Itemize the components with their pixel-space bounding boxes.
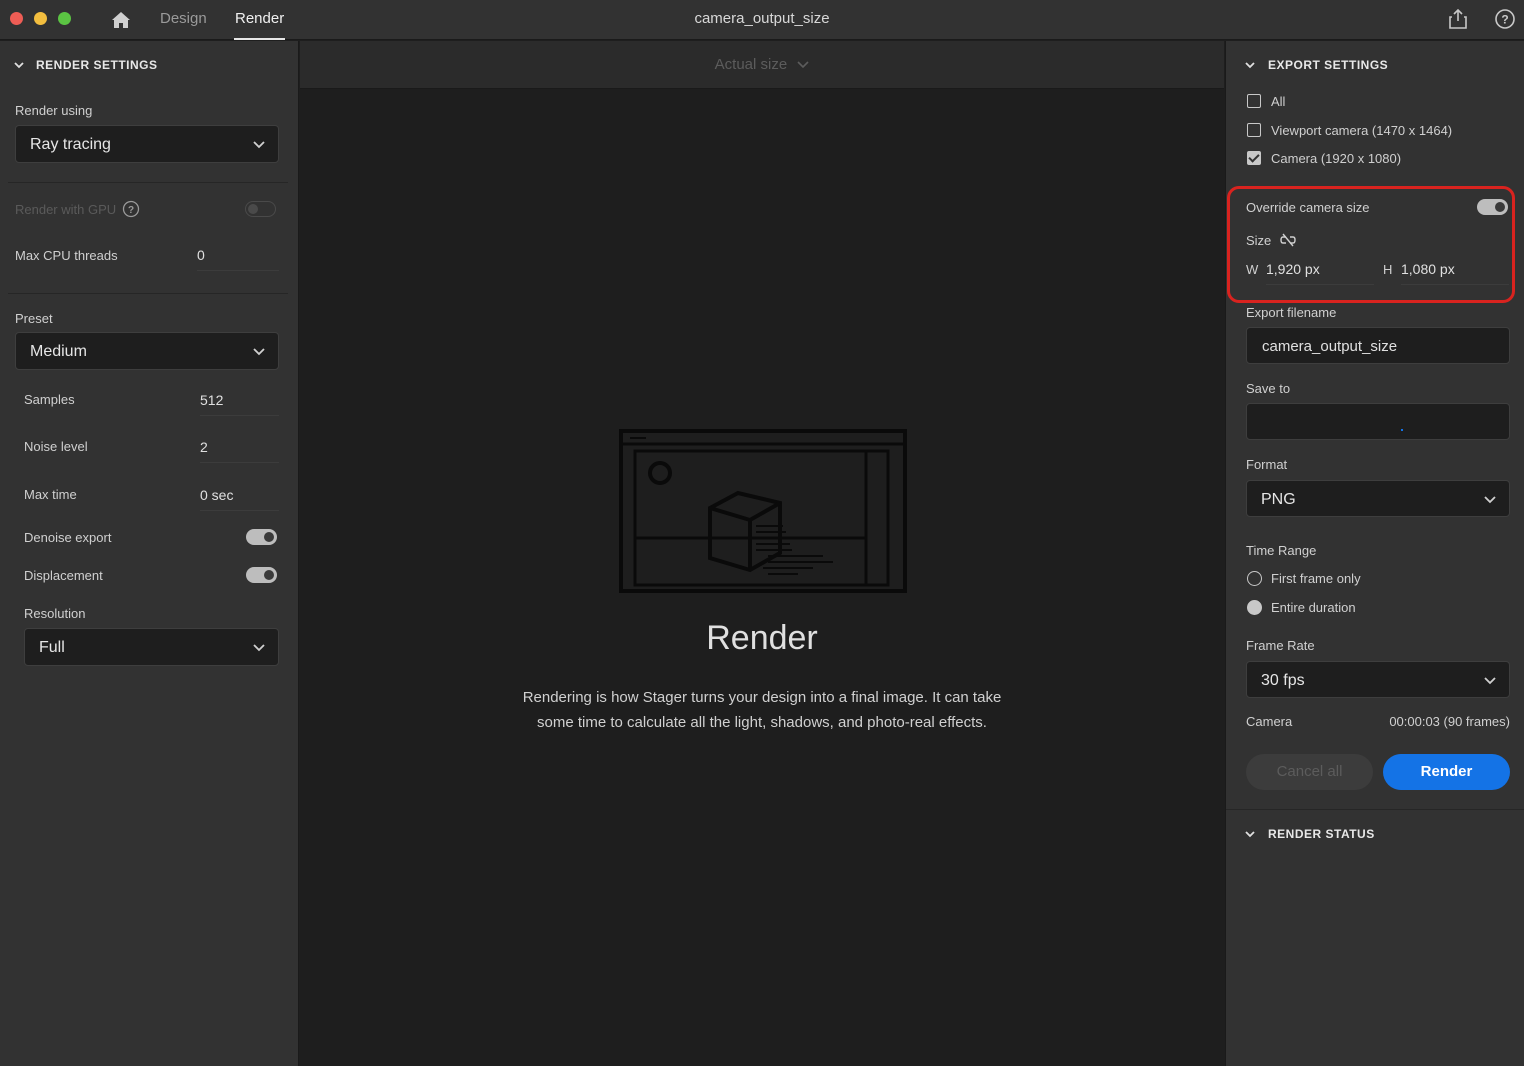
chevron-down-icon	[253, 644, 265, 652]
zoom-bar: Actual size	[300, 41, 1224, 89]
share-icon[interactable]	[1446, 7, 1470, 31]
render-button[interactable]: Render	[1383, 754, 1510, 790]
render-description: Rendering is how Stager turns your desig…	[522, 689, 1002, 731]
divider	[8, 293, 288, 294]
cancel-all-button[interactable]: Cancel all	[1246, 754, 1373, 790]
export-filename-value: camera_output_size	[1262, 338, 1398, 355]
format-label: Format	[1246, 457, 1288, 472]
camera-duration: 00:00:03 (90 frames)	[1389, 714, 1510, 729]
checkbox-camera-label: Camera (1920 x 1080)	[1271, 151, 1402, 166]
format-dropdown[interactable]: PNG	[1246, 480, 1510, 517]
radio-entire-duration-label: Entire duration	[1271, 600, 1356, 615]
active-tab-indicator	[234, 38, 285, 40]
render-heading: Render	[706, 619, 818, 657]
max-time-field[interactable]: 0 sec	[200, 481, 279, 511]
render-using-dropdown[interactable]: Ray tracing	[15, 125, 279, 163]
samples-label: Samples	[24, 392, 75, 407]
max-cpu-threads-field[interactable]: 0	[197, 241, 279, 271]
samples-value: 512	[200, 392, 224, 408]
camera-label: Camera	[1246, 714, 1293, 729]
radio-entire-duration[interactable]	[1247, 600, 1262, 615]
checkbox-viewport-camera-label: Viewport camera (1470 x 1464)	[1271, 123, 1453, 138]
chevron-down-icon	[1484, 677, 1496, 685]
frame-rate-label: Frame Rate	[1246, 638, 1315, 653]
document-title: camera_output_size	[694, 10, 830, 27]
max-time-value: 0 sec	[200, 487, 234, 503]
svg-text:?: ?	[1501, 13, 1508, 27]
radio-first-frame-only[interactable]	[1247, 571, 1262, 586]
max-time-label: Max time	[24, 487, 77, 502]
max-cpu-threads-label: Max CPU threads	[15, 248, 118, 263]
render-with-gpu-label: Render with GPU	[15, 202, 117, 217]
samples-field[interactable]: 512	[200, 386, 279, 416]
frame-rate-dropdown[interactable]: 30 fps	[1246, 661, 1510, 698]
chevron-down-icon	[253, 348, 265, 356]
displacement-toggle[interactable]	[246, 567, 277, 583]
resolution-dropdown[interactable]: Full	[24, 628, 279, 666]
export-filename-input[interactable]: camera_output_size	[1246, 327, 1510, 364]
help-icon[interactable]: ?	[122, 200, 140, 218]
render-using-label: Render using	[15, 103, 93, 118]
noise-level-value: 2	[200, 439, 208, 455]
denoise-export-label: Denoise export	[24, 530, 112, 545]
render-illustration-icon	[619, 429, 907, 593]
checkbox-viewport-camera[interactable]	[1247, 123, 1261, 137]
resolution-label: Resolution	[24, 606, 86, 621]
checkbox-all-label: All	[1271, 94, 1286, 109]
checkbox-all[interactable]	[1247, 94, 1261, 108]
denoise-export-toggle[interactable]	[246, 529, 277, 545]
chevron-down-icon	[1484, 496, 1496, 504]
render-using-value: Ray tracing	[30, 136, 111, 153]
chevron-down-icon[interactable]	[1244, 59, 1256, 71]
render-settings-heading[interactable]: RENDER SETTINGS	[36, 58, 158, 72]
override-size-highlight	[1227, 186, 1515, 303]
loading-indicator	[1401, 429, 1403, 431]
preset-label: Preset	[15, 311, 53, 326]
zoom-label: Actual size	[714, 56, 788, 73]
export-settings-heading[interactable]: EXPORT SETTINGS	[1268, 58, 1388, 72]
title-bar: Design Render camera_output_size ?	[0, 0, 1524, 40]
render-with-gpu-toggle[interactable]	[245, 201, 276, 217]
frame-rate-value: 30 fps	[1261, 672, 1305, 689]
zoom-dropdown[interactable]: Actual size	[300, 56, 1224, 73]
svg-text:?: ?	[128, 205, 134, 216]
format-value: PNG	[1261, 491, 1296, 508]
chevron-down-icon	[253, 141, 265, 149]
divider	[8, 182, 288, 183]
save-to-label: Save to	[1246, 381, 1291, 396]
preset-dropdown[interactable]: Medium	[15, 332, 279, 370]
chevron-down-icon[interactable]	[1244, 828, 1256, 840]
time-range-label: Time Range	[1246, 543, 1317, 558]
resolution-value: Full	[39, 639, 65, 656]
preset-value: Medium	[30, 343, 87, 360]
displacement-label: Displacement	[24, 568, 103, 583]
help-icon[interactable]: ?	[1493, 7, 1517, 31]
noise-level-field[interactable]: 2	[200, 433, 279, 463]
render-canvas: Actual size Render Rendering is how Stag…	[300, 41, 1224, 1066]
render-settings-panel: RENDER SETTINGS Render using Ray tracing…	[0, 41, 299, 1066]
chevron-down-icon	[797, 61, 809, 69]
divider	[1226, 809, 1524, 810]
save-to-input[interactable]	[1246, 403, 1510, 440]
chevron-down-icon[interactable]	[13, 59, 25, 71]
checkbox-camera[interactable]	[1247, 151, 1261, 165]
render-status-heading[interactable]: RENDER STATUS	[1268, 827, 1375, 841]
max-cpu-threads-value: 0	[197, 247, 205, 263]
radio-first-frame-only-label: First frame only	[1271, 571, 1361, 586]
noise-level-label: Noise level	[24, 439, 88, 454]
export-filename-label: Export filename	[1246, 305, 1337, 320]
